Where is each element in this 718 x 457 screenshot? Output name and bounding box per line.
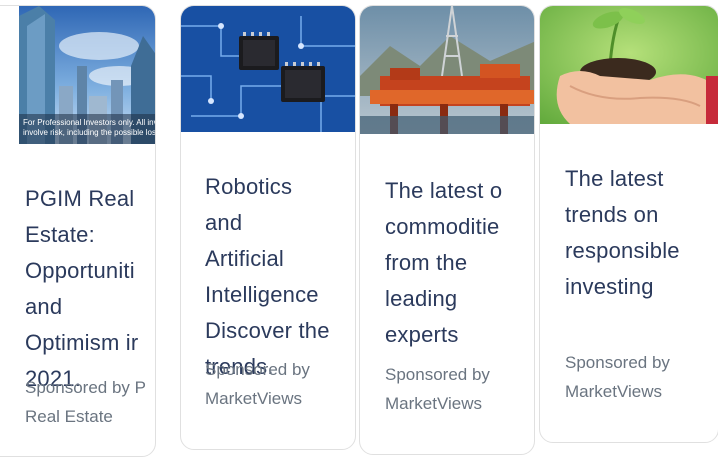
title-line: commoditie	[385, 214, 500, 239]
title-line: Optimism ir	[25, 330, 139, 355]
city-skyscrapers-image: For Professional Investors only. All inv…	[19, 6, 156, 144]
title-line: trends on	[565, 202, 659, 227]
card-title[interactable]: PGIM Real Estate: Opportuniti and Optimi…	[25, 181, 138, 397]
card-robotics-ai[interactable]: Robotics and Artificial Intelligence Dis…	[180, 5, 356, 450]
title-line: Intelligence	[205, 282, 319, 307]
title-line: experts	[385, 322, 459, 347]
card-pgim-real-estate[interactable]: For Professional Investors only. All inv…	[0, 5, 156, 457]
sponsor-line: Sponsored by P	[25, 378, 146, 397]
title-line: Discover the	[205, 318, 330, 343]
sponsor-line: Sponsored by	[385, 365, 490, 384]
title-line: from the	[385, 250, 468, 275]
card-commodities[interactable]: The latest o commoditie from the leading…	[359, 5, 535, 455]
title-line: The latest o	[385, 178, 503, 203]
sponsor-label: Sponsored by MarketViews	[385, 360, 490, 418]
image-disclaimer-text: For Professional Investors only. All inv…	[23, 118, 156, 138]
disclaimer-line: For Professional Investors only. All inv…	[23, 118, 155, 127]
sponsor-line: MarketViews	[385, 394, 482, 413]
title-line: PGIM Real	[25, 186, 135, 211]
card-title[interactable]: The latest o commoditie from the leading…	[385, 173, 502, 353]
sponsor-line: Sponsored by	[205, 360, 310, 379]
title-line: The latest	[565, 166, 664, 191]
title-line: and	[25, 294, 63, 319]
sponsor-line: Sponsored by	[565, 353, 670, 372]
title-line: responsible	[565, 238, 680, 263]
disclaimer-line: involve risk, including the possible los…	[23, 128, 156, 137]
sponsor-label: Sponsored by MarketViews	[205, 355, 310, 413]
seedling-hands-image	[540, 6, 718, 124]
title-line: Robotics	[205, 174, 293, 199]
title-line: and	[205, 210, 243, 235]
sponsor-line: MarketViews	[565, 382, 662, 401]
oil-rig-image	[360, 6, 534, 134]
title-line: leading	[385, 286, 458, 311]
title-line: Estate:	[25, 222, 95, 247]
card-responsible-investing[interactable]: The latest trends on responsible investi…	[539, 5, 718, 443]
card-title[interactable]: Robotics and Artificial Intelligence Dis…	[205, 169, 330, 385]
title-line: Artificial	[205, 246, 285, 271]
sponsor-label: Sponsored by P Real Estate	[25, 373, 146, 431]
card-title[interactable]: The latest trends on responsible investi…	[565, 161, 680, 305]
sponsor-line: MarketViews	[205, 389, 302, 408]
sponsor-label: Sponsored by MarketViews	[565, 348, 670, 406]
circuit-board-image	[181, 6, 355, 132]
sponsor-line: Real Estate	[25, 407, 113, 426]
title-line: investing	[565, 274, 654, 299]
title-line: Opportuniti	[25, 258, 135, 283]
